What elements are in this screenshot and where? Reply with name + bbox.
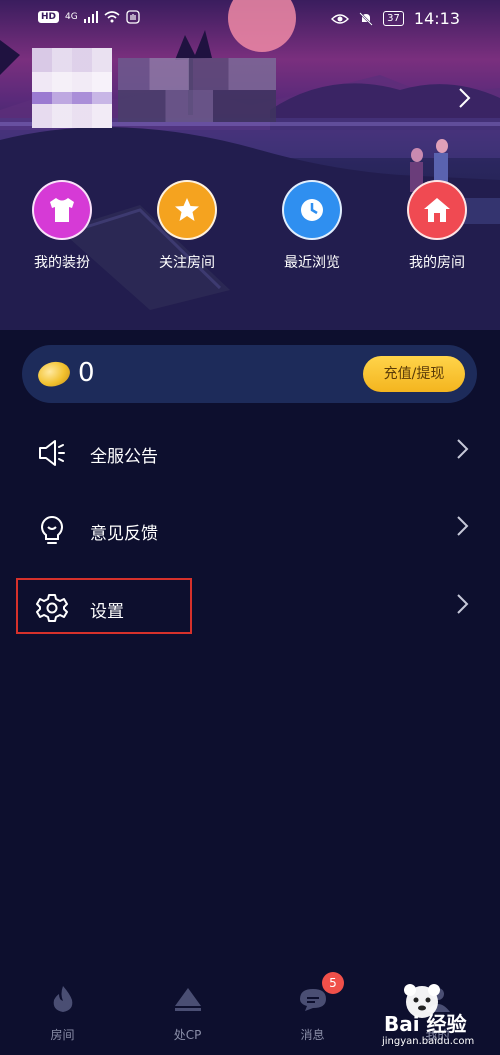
hd-indicator: HD [38,11,60,23]
tab-rooms[interactable]: 房间 [0,978,125,1043]
quick-action-label: 我的房间 [409,255,465,271]
menu-item-label: 意见反馈 [90,524,158,544]
status-bar: HD 4G 37 14:13 [0,0,500,36]
settings-highlight-box [16,578,192,634]
wallet-card: 0 充值/提现 [22,345,477,403]
gold-bean-icon [34,357,74,391]
network-type: 4G [65,12,78,22]
menu-item-label: 全服公告 [90,447,158,467]
tab-cp[interactable]: 处CP [125,978,250,1043]
menu-item-feedback[interactable]: 意见反馈 [0,500,500,560]
chevron-right-icon [457,594,469,614]
megaphone-icon [39,440,65,466]
menu-item-announcement[interactable]: 全服公告 [0,423,500,483]
lightbulb-icon [41,515,63,544]
star-icon [157,180,217,240]
tab-label: 房间 [50,1028,75,1042]
mute-bell-icon [359,11,373,26]
quick-action-label: 我的装扮 [34,255,90,271]
wallet-balance: 0 [78,358,95,388]
wifi-icon [104,11,120,23]
quick-action-recent-browse[interactable]: 最近浏览 [262,180,362,272]
watermark-text: Bai 经验 [384,1012,467,1036]
house-icon [407,180,467,240]
flame-icon [53,986,72,1012]
clock-time: 14:13 [413,9,460,28]
clock-icon [282,180,342,240]
hand-notification-icon [126,10,140,24]
recharge-withdraw-button[interactable]: 充值/提现 [363,356,465,392]
eye-comfort-icon [331,13,350,24]
avatar[interactable] [32,48,112,128]
pyramid-icon [174,988,201,1011]
tab-label: 处CP [173,1028,202,1042]
quick-action-my-room[interactable]: 我的房间 [387,180,487,272]
watermark-url: jingyan.baidu.com [382,1036,475,1047]
user-nickname-blurred [118,58,276,122]
signal-icon [83,11,98,23]
quick-action-my-outfit[interactable]: 我的装扮 [12,180,112,272]
unread-badge: 5 [322,972,344,994]
profile-chevron-right-icon[interactable] [458,87,472,109]
quick-action-label: 关注房间 [159,255,215,271]
shirt-icon [32,180,92,240]
chevron-right-icon [457,439,469,459]
tab-messages[interactable]: 5 消息 [250,972,375,1043]
tab-label: 消息 [300,1028,325,1042]
quick-action-followed-rooms[interactable]: 关注房间 [137,180,237,272]
quick-action-label: 最近浏览 [284,255,340,271]
battery-level: 37 [383,11,404,26]
quick-actions-row: 我的装扮 关注房间 最近浏览 我的房间 [0,180,500,272]
chevron-right-icon [457,516,469,536]
